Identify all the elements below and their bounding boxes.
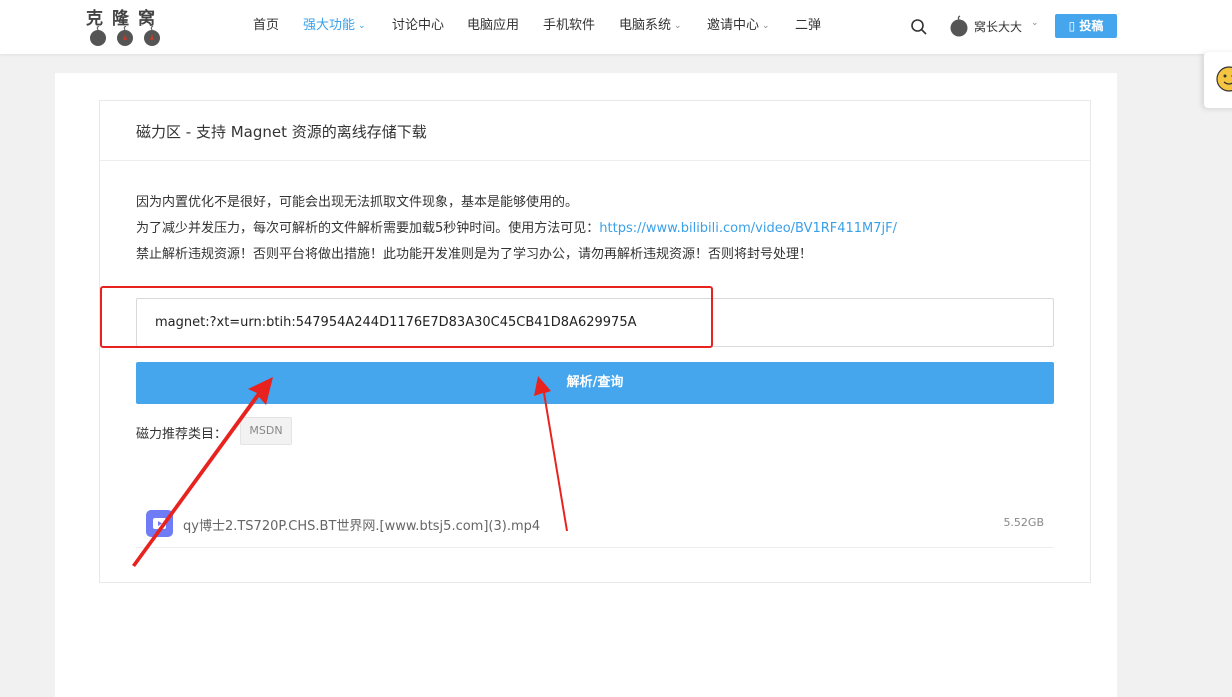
nav-item-pc-apps[interactable]: 电脑应用 (467, 17, 519, 35)
side-float-tab[interactable] (1204, 52, 1232, 108)
nav-item-pc-system[interactable]: 电脑系统 ⌄ (619, 17, 682, 35)
nav-item-home[interactable]: 首页 (253, 17, 279, 35)
chevron-down-icon: ⌄ (1031, 18, 1039, 28)
user-name: 窝长大大 (974, 20, 1023, 34)
search-icon[interactable] (910, 18, 928, 36)
site-logo[interactable]: 克隆窝 (86, 4, 166, 48)
nav-item-invite-center[interactable]: 邀请中心 ⌄ (707, 17, 770, 35)
chevron-down-icon: ⌄ (762, 21, 770, 31)
parse-button[interactable]: 解析/查询 (136, 362, 1054, 404)
smiley-icon (1216, 66, 1232, 92)
category-tag-msdn[interactable]: MSDN (240, 417, 292, 445)
notice-line-2: 为了减少并发压力，每次可解析的文件解析需要加载5秒钟时间。使用方法可见：http… (136, 217, 897, 236)
file-list-item[interactable]: qy博士2.TS720P.CHS.BT世界网.[www.btsj5.com](3… (136, 501, 1054, 548)
post-button[interactable]: ▯ 投稿 (1055, 14, 1117, 38)
nav-item-features[interactable]: 强大功能 ⌄ (303, 17, 366, 35)
nav-item-discussion[interactable]: 讨论中心 (392, 17, 444, 35)
avatar (950, 15, 968, 37)
annotation-highlight-box (100, 286, 713, 348)
post-icon: ▯ (1068, 19, 1076, 33)
file-name: qy博士2.TS720P.CHS.BT世界网.[www.btsj5.com](3… (183, 519, 541, 534)
notice-line-2-text: 为了减少并发压力，每次可解析的文件解析需要加载5秒钟时间。使用方法可见： (136, 221, 600, 236)
site-header: 克隆窝 首页 强大功能 ⌄ 讨论中心 电脑应用 手机软件 电脑系统 ⌄ 邀请中心 ⌄ … (0, 0, 1232, 54)
nav-item-mobile-software[interactable]: 手机软件 (543, 17, 595, 35)
chevron-down-icon: ⌄ (358, 21, 366, 31)
file-size: 5.52GB (1003, 516, 1044, 529)
category-label: 磁力推荐类目： (136, 427, 228, 442)
logo-apples-graphic (86, 26, 166, 48)
usage-video-link[interactable]: https://www.bilibili.com/video/BV1RF411M… (599, 221, 897, 236)
chevron-down-icon: ⌄ (674, 21, 682, 31)
divider (100, 160, 1090, 161)
nav-item-second[interactable]: 二弹 (795, 17, 821, 35)
card-title: 磁力区 - 支持 Magnet 资源的离线存储下载 (136, 123, 427, 141)
notice-line-1: 因为内置优化不是很好，可能会出现无法抓取文件现象，基本是能够使用的。 (136, 195, 579, 210)
main-container: 磁力区 - 支持 Magnet 资源的离线存储下载 因为内置优化不是很好，可能会… (55, 73, 1117, 697)
video-file-icon (146, 510, 173, 537)
notice-line-3: 禁止解析违规资源！否则平台将做出措施！此功能开发准则是为了学习办公，请勿再解析违… (136, 247, 813, 262)
